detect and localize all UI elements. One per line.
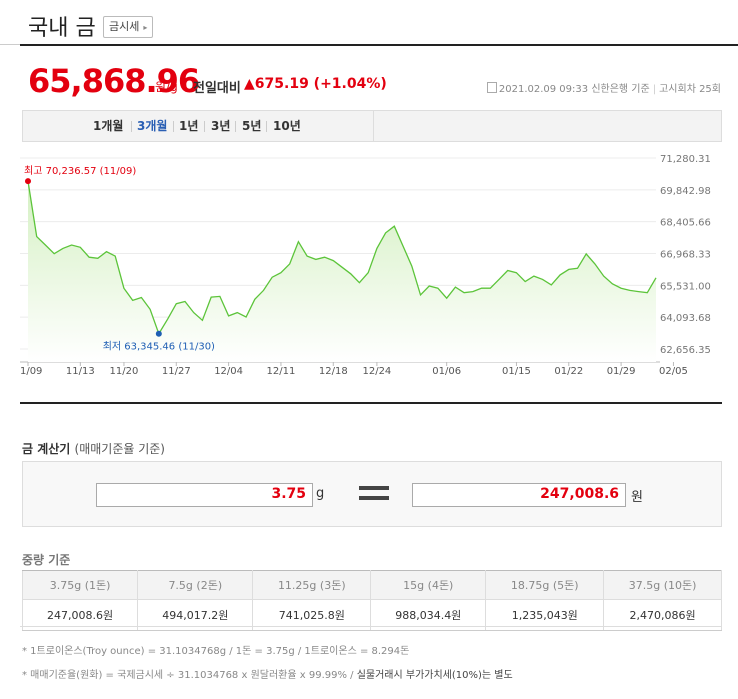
weight-unit: g bbox=[316, 486, 325, 501]
table-header: 3.75g (1돈) bbox=[21, 570, 139, 600]
low-marker-dot bbox=[155, 330, 162, 337]
y-tick-label: 62,656.35 bbox=[660, 345, 711, 356]
equals-icon bbox=[359, 486, 389, 506]
x-tick-label: 12/11 bbox=[267, 366, 296, 377]
tab-separator bbox=[204, 121, 205, 132]
result-field[interactable]: 247,008.6 bbox=[412, 483, 626, 507]
high-marker-dot bbox=[25, 178, 31, 185]
x-tick-label: 01/15 bbox=[502, 366, 531, 377]
high-marker-label: 최고 70,236.57 (11/09) bbox=[24, 165, 136, 177]
x-tick-label: 01/06 bbox=[432, 366, 461, 377]
compare-label: 전일대비 bbox=[193, 81, 241, 96]
table-header: 37.5g (10돈) bbox=[603, 570, 722, 600]
x-tick-label: 12/04 bbox=[214, 366, 243, 377]
y-tick-label: 71,280.31 bbox=[660, 154, 711, 165]
result-unit: 원 bbox=[631, 490, 643, 505]
table-header-row: 3.75g (1돈) 7.5g (2돈) 11.25g (3돈) 15g (4돈… bbox=[21, 570, 722, 600]
page-title: 국내 금 bbox=[28, 16, 96, 41]
tab-1y[interactable]: 1년 bbox=[179, 111, 198, 141]
x-tick-label: 11/09 bbox=[20, 366, 42, 377]
y-tick-label: 69,842.98 bbox=[660, 186, 711, 197]
calculator-box: 3.75 g 247,008.6 원 bbox=[22, 461, 722, 527]
header-underline bbox=[20, 44, 738, 46]
low-marker-label: 최저 63,345.46 (11/30) bbox=[103, 341, 215, 353]
tabs-divider bbox=[373, 111, 374, 141]
meta-separator: | bbox=[652, 84, 657, 95]
calculator-title-text: 금 계산기 bbox=[22, 442, 71, 456]
calculator-subtitle: (매매기준율 기준) bbox=[74, 442, 165, 456]
note-troy-ounce: * 1트로이온스(Troy ounce) = 31.1034768g / 1돈 … bbox=[22, 646, 410, 657]
x-tick-label: 02/05 bbox=[659, 366, 688, 377]
y-tick-label: 64,093.68 bbox=[660, 313, 711, 324]
tab-10y[interactable]: 10년 bbox=[273, 111, 301, 141]
result-value: 247,008.6 bbox=[540, 486, 619, 502]
x-tick-label: 11/20 bbox=[110, 366, 139, 377]
notes-divider bbox=[20, 626, 722, 627]
price-area-fill bbox=[28, 181, 656, 362]
weight-table: 3.75g (1돈) 7.5g (2돈) 11.25g (3돈) 15g (4돈… bbox=[21, 570, 722, 631]
quote-round: 고시회차 25회 bbox=[659, 84, 721, 95]
tab-separator bbox=[173, 121, 174, 132]
calculator-title: 금 계산기 (매매기준율 기준) bbox=[22, 440, 165, 457]
tab-3y[interactable]: 3년 bbox=[211, 111, 230, 141]
period-tabs: 1개월 3개월 1년 3년 5년 10년 bbox=[22, 110, 722, 142]
x-tick-label: 12/24 bbox=[362, 366, 391, 377]
weight-input[interactable]: 3.75 bbox=[96, 483, 313, 507]
price-unit: 원/g bbox=[155, 80, 178, 94]
x-tick-label: 01/22 bbox=[554, 366, 583, 377]
weight-input-value: 3.75 bbox=[271, 486, 306, 502]
tab-1m[interactable]: 1개월 bbox=[93, 111, 123, 141]
section-divider bbox=[20, 402, 722, 404]
note-rate-formula-text: * 매매기준율(원화) = 국제금시세 ÷ 31.1034768 x 원달러환율… bbox=[22, 670, 357, 681]
table-header: 11.25g (3돈) bbox=[252, 570, 372, 600]
doc-icon bbox=[486, 82, 497, 93]
y-tick-label: 66,968.33 bbox=[660, 250, 711, 261]
gold-quote-label: 금시세 bbox=[109, 20, 140, 33]
note-rate-formula: * 매매기준율(원화) = 국제금시세 ÷ 31.1034768 x 원달러환율… bbox=[22, 666, 513, 681]
tab-separator bbox=[131, 121, 132, 132]
price-change-text: 675.19 (+1.04%) bbox=[254, 76, 387, 92]
quote-meta: 2021.02.09 09:33 신한은행 기준 | 고시회차 25회 bbox=[486, 80, 721, 95]
up-arrow-icon: ▲ bbox=[244, 76, 255, 92]
table-header: 15g (4돈) bbox=[370, 570, 487, 600]
table-header: 7.5g (2돈) bbox=[137, 570, 254, 600]
x-tick-label: 01/29 bbox=[607, 366, 636, 377]
tab-3m[interactable]: 3개월 bbox=[137, 111, 167, 141]
weight-table-title: 중량 기준 bbox=[22, 553, 71, 567]
price-change: ▲675.19 (+1.04%) bbox=[244, 76, 387, 92]
y-tick-label: 65,531.00 bbox=[660, 281, 711, 292]
price-chart[interactable]: 71,280.31 69,842.98 68,405.66 66,968.33 65,5… bbox=[14, 150, 720, 385]
x-tick-label: 11/13 bbox=[66, 366, 95, 377]
table-header: 18.75g (5돈) bbox=[485, 570, 605, 600]
header-underline-left bbox=[0, 44, 20, 45]
quote-source: 신한은행 기준 bbox=[591, 84, 650, 95]
tab-separator bbox=[235, 121, 236, 132]
price-chart-svg: 71,280.31 69,842.98 68,405.66 66,968.33 65,5… bbox=[14, 154, 711, 377]
chevron-right-icon: ▸ bbox=[143, 23, 148, 32]
quote-datetime: 2021.02.09 09:33 bbox=[498, 84, 589, 95]
tab-separator bbox=[266, 121, 267, 132]
x-tick-label: 11/27 bbox=[162, 366, 191, 377]
gold-quote-button[interactable]: 금시세 ▸ bbox=[103, 16, 154, 38]
note-vat: 실물거래시 부가가치세(10%)는 별도 bbox=[356, 670, 513, 681]
y-tick-label: 68,405.66 bbox=[660, 218, 711, 229]
tab-5y[interactable]: 5년 bbox=[242, 111, 261, 141]
x-tick-label: 12/18 bbox=[319, 366, 348, 377]
